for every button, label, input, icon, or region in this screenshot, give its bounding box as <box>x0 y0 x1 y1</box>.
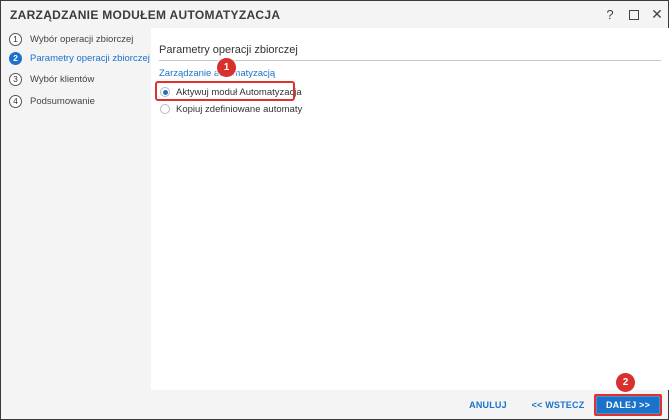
step-4[interactable]: 4 Podsumowanie <box>9 93 95 109</box>
footer-bar: ANULUJ << WSTECZ DALEJ >> <box>1 390 668 419</box>
step-marker-2: 2 <box>616 373 635 392</box>
highlight-box-option <box>155 81 295 101</box>
maximize-icon <box>629 9 639 20</box>
maximize-button[interactable] <box>625 6 643 23</box>
step-number: 1 <box>9 32 22 46</box>
section-divider <box>159 60 661 61</box>
window-title: ZARZĄDZANIE MODUŁEM AUTOMATYZACJA <box>10 8 281 22</box>
content-panel: Parametry operacji zbiorczej Zarządzanie… <box>151 28 669 390</box>
step-label: Parametry operacji zbiorczej <box>30 52 150 64</box>
step-number: 2 <box>9 51 22 65</box>
close-button[interactable]: ✕ <box>648 6 666 23</box>
step-2[interactable]: 2 Parametry operacji zbiorczej <box>9 50 150 66</box>
radio-label: Kopiuj zdefiniowane automaty <box>176 103 303 115</box>
next-button[interactable]: DALEJ >> <box>594 394 662 416</box>
wizard-steps-sidebar: 1 Wybór operacji zbiorczej 2 Parametry o… <box>1 28 151 388</box>
step-label: Wybór operacji zbiorczej <box>30 33 134 45</box>
radio-unchecked-icon[interactable] <box>160 104 170 114</box>
step-3[interactable]: 3 Wybór klientów <box>9 71 94 87</box>
dialog-window: ZARZĄDZANIE MODUŁEM AUTOMATYZACJA ? ✕ 1 … <box>0 0 669 420</box>
help-button[interactable]: ? <box>601 6 619 23</box>
back-button[interactable]: << WSTECZ <box>531 396 585 414</box>
step-label: Wybór klientów <box>30 73 95 85</box>
step-number: 3 <box>9 72 22 86</box>
title-bar: ZARZĄDZANIE MODUŁEM AUTOMATYZACJA ? ✕ <box>1 1 668 28</box>
step-number: 4 <box>9 94 22 108</box>
step-marker-1: 1 <box>217 58 236 77</box>
cancel-button[interactable]: ANULUJ <box>468 396 508 414</box>
radio-copy-automations[interactable]: Kopiuj zdefiniowane automaty <box>160 102 302 116</box>
step-1[interactable]: 1 Wybór operacji zbiorczej <box>9 31 133 47</box>
section-title: Parametry operacji zbiorczej <box>159 44 298 56</box>
step-label: Podsumowanie <box>30 95 95 107</box>
